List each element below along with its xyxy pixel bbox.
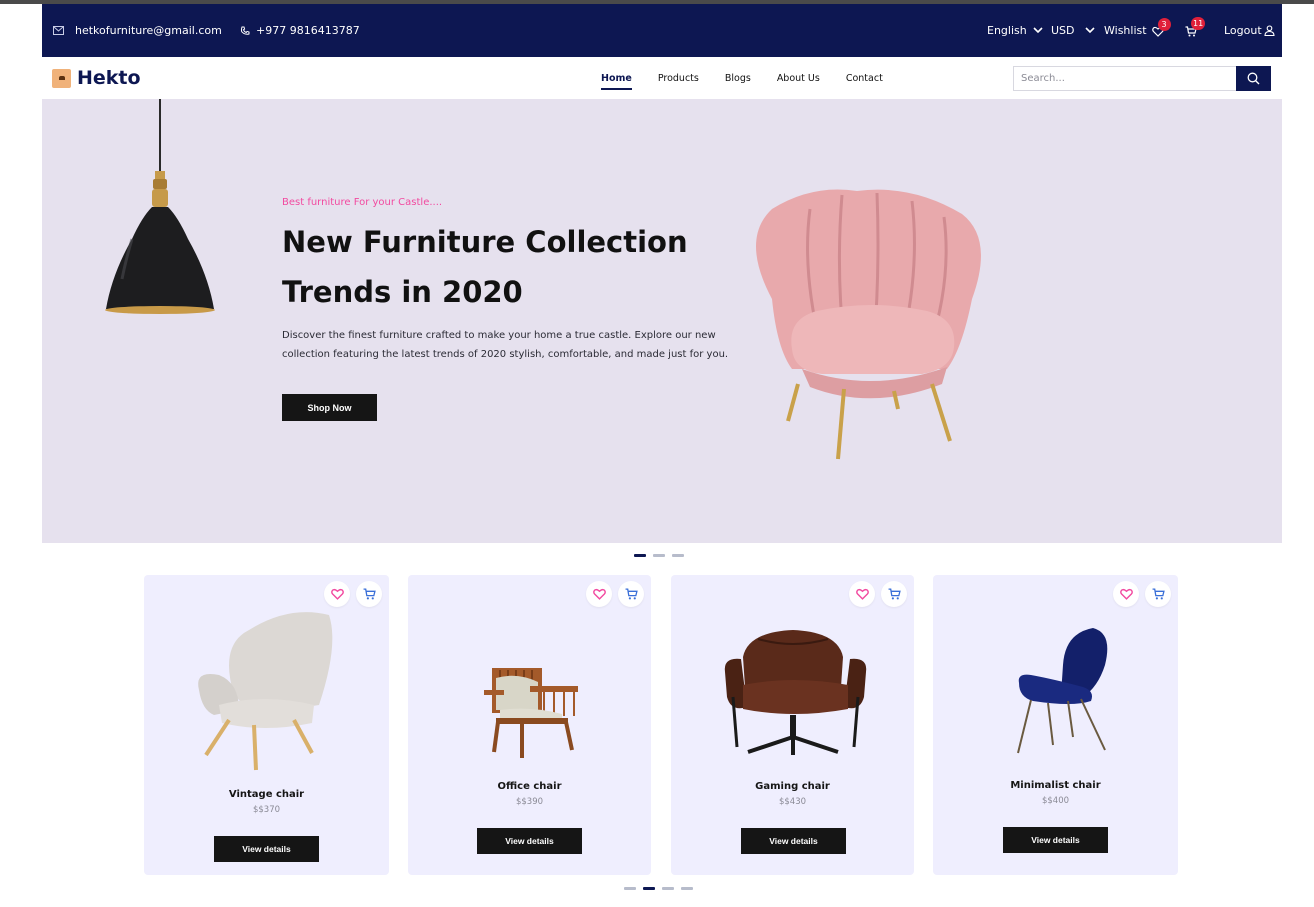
product-card: Vintage chair $$370 View details xyxy=(144,575,389,875)
chevron-down-icon xyxy=(1084,27,1095,34)
product-page-dot[interactable] xyxy=(643,887,655,890)
cart-icon xyxy=(888,588,901,600)
pink-armchair-image xyxy=(756,189,981,460)
product-page-dot[interactable] xyxy=(624,887,636,890)
product-page-dot[interactable] xyxy=(662,887,674,890)
pendant-lamp-image xyxy=(105,99,215,314)
wishlist-button[interactable] xyxy=(849,581,875,607)
product-price: $$370 xyxy=(252,805,281,815)
contact-email[interactable]: hetkofurniture@gmail.com xyxy=(53,4,222,57)
wishlist-button[interactable] xyxy=(1113,581,1139,607)
mail-icon xyxy=(53,26,64,35)
wishlist-label: Wishlist xyxy=(1104,24,1147,37)
heart-icon xyxy=(1119,588,1133,600)
email-text: hetkofurniture@gmail.com xyxy=(75,24,222,37)
nav-link-products[interactable]: Products xyxy=(658,67,699,90)
search-button[interactable] xyxy=(1236,66,1271,91)
language-value: English xyxy=(987,24,1027,37)
heart-icon xyxy=(855,588,869,600)
hero-subtitle: Best furniture For your Castle.... xyxy=(282,197,443,208)
nav-link-about[interactable]: About Us xyxy=(777,67,820,90)
wishlist-button[interactable] xyxy=(324,581,350,607)
phone-icon xyxy=(240,26,250,35)
product-price: $$400 xyxy=(1041,796,1070,806)
cart-icon xyxy=(363,588,376,600)
currency-value: USD xyxy=(1051,24,1075,37)
view-details-button[interactable]: View details xyxy=(741,828,846,854)
gaming-chair-image xyxy=(724,630,867,755)
card-actions xyxy=(324,581,382,607)
wishlist-link[interactable]: Wishlist 3 xyxy=(1104,4,1171,57)
wishlist-button[interactable] xyxy=(586,581,612,607)
product-card: Gaming chair $$430 View details xyxy=(671,575,914,875)
hero-description: Discover the finest furniture crafted to… xyxy=(282,330,729,360)
brand-logo-icon xyxy=(52,68,71,88)
chevron-down-icon xyxy=(1033,27,1043,34)
view-details-button[interactable]: View details xyxy=(477,828,582,854)
product-price: $$430 xyxy=(778,797,807,807)
card-actions xyxy=(1113,581,1171,607)
add-to-cart-button[interactable] xyxy=(618,581,644,607)
brand-logo[interactable]: Hekto xyxy=(52,67,141,89)
card-actions xyxy=(586,581,644,607)
cart-icon xyxy=(1152,588,1165,600)
wishlist-count-badge: 3 xyxy=(1157,17,1171,31)
phone-text: +977 9816413787 xyxy=(256,24,360,37)
search-input[interactable] xyxy=(1013,66,1236,91)
logout-link[interactable]: Logout xyxy=(1224,4,1275,57)
product-price: $$390 xyxy=(515,797,544,807)
currency-select[interactable]: USD xyxy=(1051,4,1095,57)
contact-phone[interactable]: +977 9816413787 xyxy=(240,4,360,57)
cart-link[interactable]: 11 xyxy=(1185,4,1206,57)
minimalist-chair-image xyxy=(1017,628,1108,754)
view-details-button[interactable]: View details xyxy=(214,836,319,862)
product-name: Vintage chair xyxy=(228,789,305,800)
brand-name: Hekto xyxy=(77,67,141,89)
product-name: Gaming chair xyxy=(755,781,830,792)
search-icon xyxy=(1247,72,1260,85)
shop-now-button[interactable]: Shop Now xyxy=(282,394,377,421)
nav-links: Home Products Blogs About Us Contact xyxy=(601,57,909,99)
hero-banner: Best furniture For your Castle.... New F… xyxy=(42,99,1282,543)
product-slider-dots xyxy=(624,887,693,890)
vintage-chair-image xyxy=(198,612,333,771)
cart-count-badge: 11 xyxy=(1191,16,1206,30)
office-chair-image xyxy=(484,668,578,758)
heart-icon xyxy=(330,588,344,600)
add-to-cart-button[interactable] xyxy=(356,581,382,607)
product-card: Minimalist chair $$400 View details xyxy=(933,575,1178,875)
hero-slide-dot[interactable] xyxy=(634,554,646,557)
nav-link-blogs[interactable]: Blogs xyxy=(725,67,751,90)
view-details-button[interactable]: View details xyxy=(1003,827,1108,853)
logout-label: Logout xyxy=(1224,24,1262,37)
nav-link-home[interactable]: Home xyxy=(601,67,632,90)
hero-title: New Furniture Collection Trends in 2020 xyxy=(282,225,688,309)
main-navbar: Hekto Home Products Blogs About Us Conta… xyxy=(42,57,1282,99)
add-to-cart-button[interactable] xyxy=(1145,581,1171,607)
product-card: Office chair $$390 View details xyxy=(408,575,651,875)
top-info-bar: hetkofurniture@gmail.com +977 9816413787… xyxy=(42,4,1282,57)
heart-icon xyxy=(592,588,606,600)
user-icon xyxy=(1264,25,1275,36)
nav-link-contact[interactable]: Contact xyxy=(846,67,883,90)
hero-slide-dot[interactable] xyxy=(653,554,665,557)
add-to-cart-button[interactable] xyxy=(881,581,907,607)
product-name: Minimalist chair xyxy=(1010,780,1101,791)
card-actions xyxy=(849,581,907,607)
product-name: Office chair xyxy=(497,781,562,792)
language-select[interactable]: English xyxy=(987,4,1043,57)
search-bar xyxy=(1013,66,1271,91)
hero-slider-dots xyxy=(634,554,684,557)
hero-slide-dot[interactable] xyxy=(672,554,684,557)
product-page-dot[interactable] xyxy=(681,887,693,890)
cart-icon xyxy=(625,588,638,600)
